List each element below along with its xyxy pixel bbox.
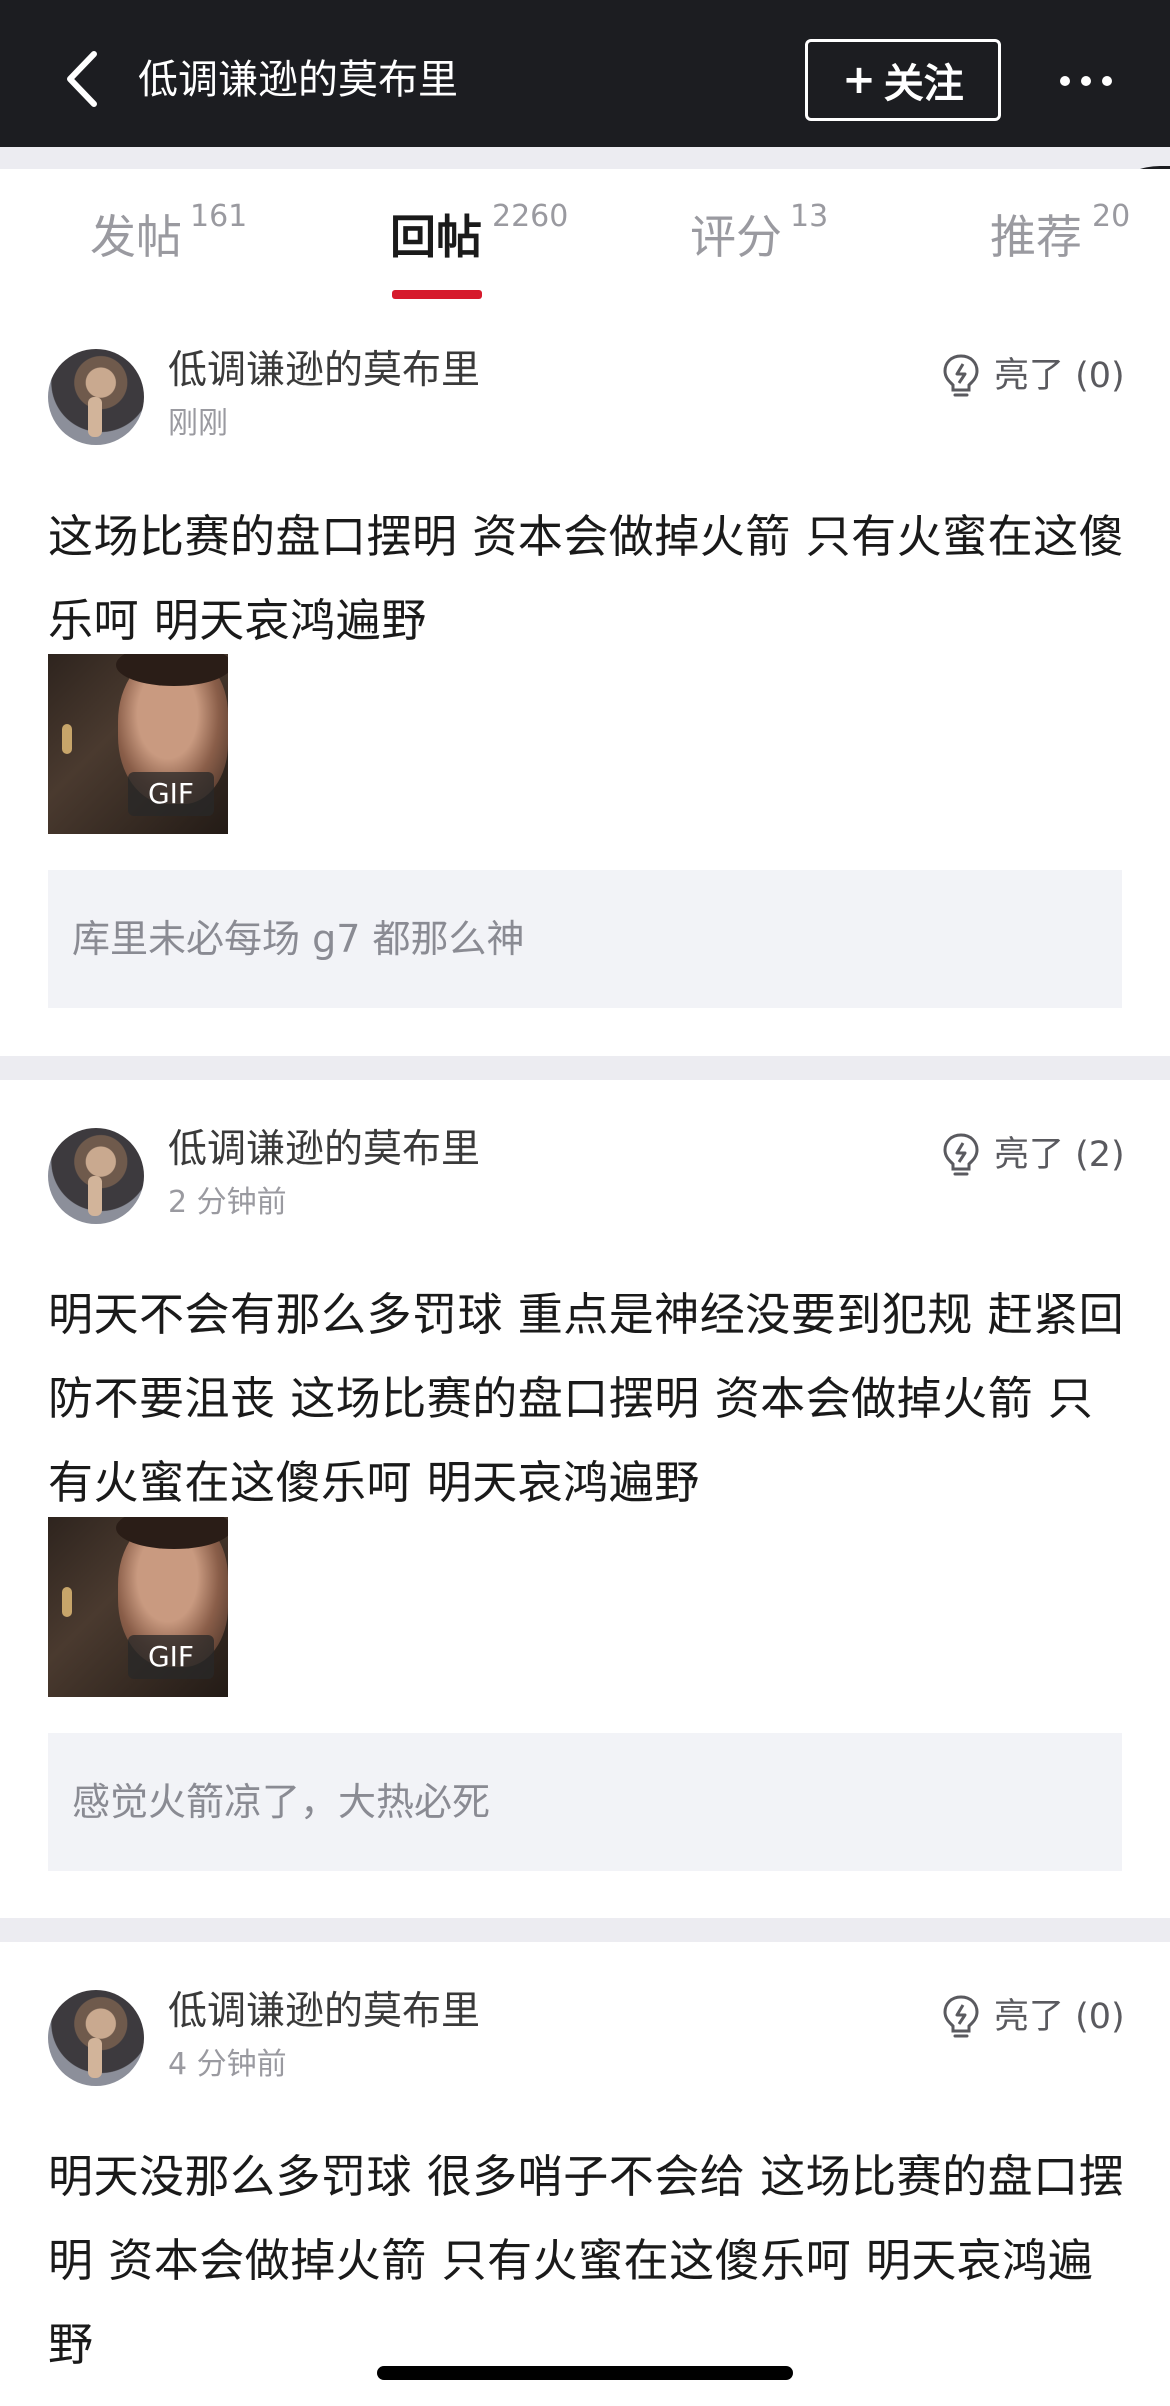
like-button[interactable]: 亮了 (2) xyxy=(940,1130,1125,1180)
tab-posts[interactable]: 发帖 161 xyxy=(90,199,247,287)
plus-icon: + xyxy=(842,57,876,103)
like-label: 亮了 (0) xyxy=(994,356,1125,396)
lightbulb-icon xyxy=(943,1995,979,2038)
page: 低调谦逊的莫布里 + 关注 发帖 161 回帖 2260 评分 13 推荐 20 xyxy=(0,0,1170,2406)
post-time: 4 分钟前 xyxy=(168,2047,287,2082)
tab-ratings[interactable]: 评分 13 xyxy=(690,199,828,287)
like-label: 亮了 (2) xyxy=(994,1135,1125,1175)
more-dot xyxy=(1081,76,1091,86)
post-content: 这场比赛的盘口摆明 资本会做掉火箭 只有火蜜在这傻乐呵 明天哀鸿遍野 xyxy=(48,510,1125,647)
gif-background-light xyxy=(62,1587,72,1617)
reply-post: 低调谦逊的莫布里 4 分钟前 亮了 (0) 明天没那么多罚球 很多哨子不会给 这… xyxy=(0,1942,1170,2406)
post-divider xyxy=(0,1056,1170,1080)
tab-count: 2260 xyxy=(492,199,569,234)
post-time: 2 分钟前 xyxy=(168,1185,287,1220)
tab-recommend[interactable]: 推荐 20 xyxy=(990,199,1130,287)
quoted-reply[interactable]: 感觉火箭凉了，大热必死 xyxy=(48,1733,1122,1871)
tab-count: 13 xyxy=(790,199,829,234)
tab-label: 发帖 xyxy=(90,210,182,264)
tab-bar: 发帖 161 回帖 2260 评分 13 推荐 20 xyxy=(0,169,1170,309)
post-time: 刚刚 xyxy=(168,406,228,441)
quoted-reply[interactable]: 库里未必每场 g7 都那么神 xyxy=(48,870,1122,1008)
like-label: 亮了 (0) xyxy=(994,1997,1125,2037)
more-dot xyxy=(1102,76,1112,86)
gif-background-light xyxy=(62,724,72,754)
lightbulb-icon xyxy=(943,354,979,397)
gif-image[interactable]: GIF xyxy=(48,1517,228,1697)
tab-replies[interactable]: 回帖 2260 xyxy=(390,199,568,287)
post-content: 明天不会有那么多罚球 重点是神经没要到犯规 赶紧回防不要沮丧 这场比赛的盘口摆明… xyxy=(48,1288,1125,1509)
reply-post: 低调谦逊的莫布里 刚刚 亮了 (0) 这场比赛的盘口摆明 资本会做掉火箭 只有火… xyxy=(0,309,1170,1059)
like-button[interactable]: 亮了 (0) xyxy=(940,1992,1125,2042)
tab-label: 评分 xyxy=(690,210,782,264)
more-button[interactable] xyxy=(1056,60,1116,100)
tab-count: 161 xyxy=(190,199,248,234)
gif-badge: GIF xyxy=(128,772,214,816)
like-button[interactable]: 亮了 (0) xyxy=(940,351,1125,401)
post-content: 明天没那么多罚球 很多哨子不会给 这场比赛的盘口摆明 资本会做掉火箭 只有火蜜在… xyxy=(48,2150,1125,2371)
gif-badge: GIF xyxy=(128,1635,214,1679)
reply-post: 低调谦逊的莫布里 2 分钟前 亮了 (2) 明天不会有那么多罚球 重点是神经没要… xyxy=(0,1080,1170,1918)
more-dots-icon xyxy=(1060,76,1070,86)
post-divider xyxy=(0,1918,1170,1942)
lightbulb-icon xyxy=(943,1133,979,1176)
follow-label: 关注 xyxy=(883,61,964,107)
avatar[interactable] xyxy=(48,1990,144,2086)
back-button[interactable] xyxy=(52,44,112,114)
top-nav-bar: 低调谦逊的莫布里 + 关注 xyxy=(0,0,1170,147)
username[interactable]: 低调谦逊的莫布里 xyxy=(168,1986,480,2038)
gif-image[interactable]: GIF xyxy=(48,654,228,834)
tab-count: 20 xyxy=(1092,199,1131,234)
follow-button[interactable]: + 关注 xyxy=(805,39,1001,121)
page-title: 低调谦逊的莫布里 xyxy=(138,57,458,103)
chevron-left-icon xyxy=(67,51,97,107)
home-indicator[interactable] xyxy=(377,2366,793,2380)
active-tab-indicator xyxy=(392,290,482,299)
avatar[interactable] xyxy=(48,349,144,445)
tab-label: 推荐 xyxy=(990,210,1082,264)
avatar[interactable] xyxy=(48,1128,144,1224)
header-gap xyxy=(0,147,1170,169)
tab-label: 回帖 xyxy=(390,210,482,264)
username[interactable]: 低调谦逊的莫布里 xyxy=(168,1124,480,1176)
username[interactable]: 低调谦逊的莫布里 xyxy=(168,345,480,397)
